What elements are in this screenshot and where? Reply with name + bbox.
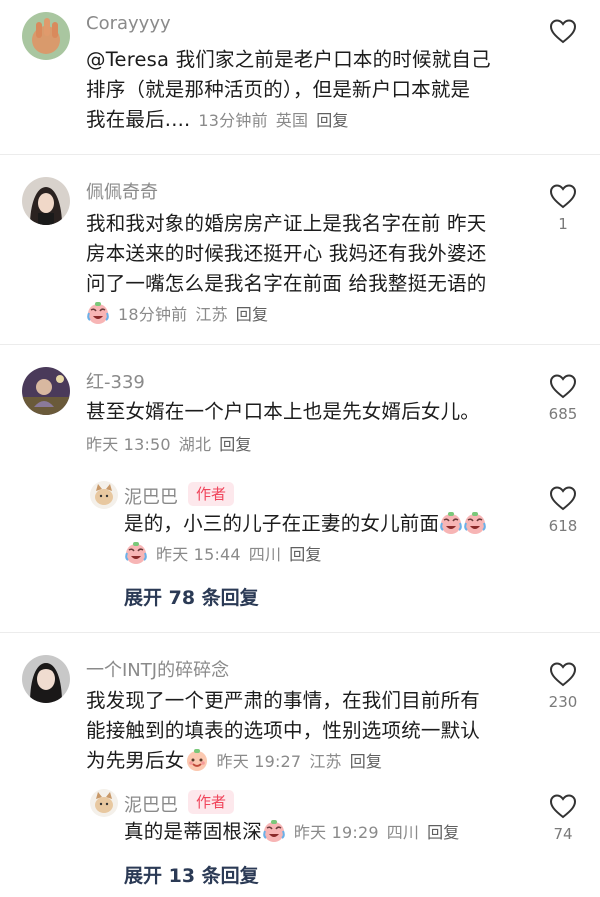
reply-meta: 昨天 19:29 四川 回复	[294, 823, 468, 842]
comment-line: 为先男后女	[86, 749, 185, 772]
crying-laughing-emoji	[86, 301, 110, 325]
like-count: 685	[548, 405, 578, 423]
like-count: 618	[548, 517, 578, 535]
timestamp: 昨天 19:27	[216, 752, 302, 771]
reply-button[interactable]: 回复	[350, 752, 382, 771]
location: 江苏	[309, 752, 342, 771]
reply-button[interactable]: 回复	[219, 435, 251, 454]
reply-text: 是的，小三的儿子在正妻的女儿前面 昨天 15:44 四川 回复	[124, 509, 487, 570]
comment-line: 我发现了一个更严肃的事情，在我们目前所有	[86, 689, 481, 712]
location: 湖北	[178, 435, 212, 454]
comment-meta: 昨天 13:50 湖北 回复	[78, 429, 260, 460]
location: 英国	[275, 111, 309, 130]
reply-button[interactable]: 回复	[289, 545, 321, 564]
comment-line: @Teresa 我们家之前是老户口本的时候就自己	[86, 48, 491, 71]
location: 江苏	[195, 305, 228, 324]
reply-avatar[interactable]	[90, 789, 118, 817]
like-count: 1	[558, 215, 568, 233]
crying-emoji	[439, 511, 463, 535]
location: 四川	[386, 823, 420, 842]
heart-icon	[549, 184, 577, 209]
timestamp: 昨天 13:50	[86, 435, 171, 454]
reply-button[interactable]: 回复	[316, 111, 348, 130]
reply-line: 是的，小三的儿子在正妻的女儿前面	[124, 512, 440, 535]
comment-line: 我和我对象的婚房房产证上是我名字在前 昨天	[86, 212, 487, 235]
reply-text: 真的是蒂固根深 昨天 19:29 四川 回复	[124, 817, 468, 848]
comment-meta: 昨天 19:27 江苏 回复	[217, 752, 391, 771]
comment-item: 佩佩奇奇 我和我对象的婚房房产证上是我名字在前 昨天 房本送来的时候我还挺开心 …	[0, 155, 600, 345]
avatar[interactable]	[22, 655, 70, 703]
reply-username[interactable]: 泥巴巴	[124, 483, 178, 509]
like-button[interactable]	[543, 18, 583, 44]
author-badge: 作者	[188, 482, 235, 506]
comment-text: 我发现了一个更严肃的事情，在我们目前所有 能接触到的填表的选项中，性别选项统一默…	[86, 686, 480, 777]
expand-replies-button[interactable]: 展开 13 条回复	[124, 861, 259, 888]
crying-emoji	[124, 541, 148, 565]
comment-text: 我和我对象的婚房房产证上是我名字在前 昨天 房本送来的时候我还挺开心 我妈还有我…	[86, 209, 486, 330]
heart-icon	[549, 374, 577, 399]
comment-item: Corayyyy @Teresa 我们家之前是老户口本的时候就自己 排序（就是那…	[0, 0, 600, 155]
expand-replies-button[interactable]: 展开 78 条回复	[124, 583, 259, 610]
heart-icon	[549, 662, 577, 687]
heart-icon	[549, 19, 577, 44]
comment-meta: 13分钟前 英国 回复	[198, 111, 356, 130]
comment-line: 甚至女婿在一个户口本上也是先女婿后女儿。	[86, 400, 481, 423]
comment-text: 甚至女婿在一个户口本上也是先女婿后女儿。	[86, 397, 480, 427]
reply-line: 真的是蒂固根深	[124, 820, 262, 843]
reply-button[interactable]: 回复	[427, 823, 459, 842]
comment-meta: 18分钟前 江苏 回复	[118, 305, 276, 324]
crying-emoji	[262, 819, 286, 843]
reply-button[interactable]: 回复	[236, 305, 268, 324]
like-count: 74	[553, 825, 573, 843]
comment-line: 能接触到的填表的选项中，性别选项统一默认	[86, 719, 481, 742]
timestamp: 13分钟前	[198, 111, 268, 130]
timestamp: 昨天 19:29	[293, 823, 379, 842]
timestamp: 18分钟前	[118, 305, 188, 324]
comment-line: 房本送来的时候我还挺开心 我妈还有我外婆还	[86, 242, 487, 265]
smile-emoji	[185, 748, 209, 772]
like-button[interactable]: 230	[543, 661, 583, 711]
heart-icon	[549, 486, 577, 511]
username[interactable]: Corayyyy	[86, 13, 171, 34]
avatar[interactable]	[22, 12, 70, 60]
comment-line: 问了一嘴怎么是我名字在前面 给我整挺无语的	[86, 272, 487, 295]
avatar[interactable]	[22, 367, 70, 415]
timestamp: 昨天 15:44	[156, 545, 241, 564]
reply-username[interactable]: 泥巴巴	[124, 791, 178, 817]
comment-list: Corayyyy @Teresa 我们家之前是老户口本的时候就自己 排序（就是那…	[0, 0, 600, 897]
location: 四川	[248, 545, 282, 564]
reply-avatar[interactable]	[90, 481, 118, 509]
author-badge: 作者	[188, 790, 235, 814]
comment-line: 我在最后....	[86, 108, 191, 131]
like-button[interactable]: 1	[543, 183, 583, 233]
username[interactable]: 一个INTJ的碎碎念	[86, 656, 229, 682]
avatar[interactable]	[22, 177, 70, 225]
like-count: 230	[548, 693, 578, 711]
username[interactable]: 佩佩奇奇	[86, 178, 158, 204]
like-button[interactable]: 685	[543, 373, 583, 423]
comment-item: 一个INTJ的碎碎念 我发现了一个更严肃的事情，在我们目前所有 能接触到的填表的…	[0, 633, 600, 897]
comment-line: 排序（就是那种活页的），但是新户口本就是	[86, 78, 471, 101]
heart-icon	[549, 794, 577, 819]
comment-text: @Teresa 我们家之前是老户口本的时候就自己 排序（就是那种活页的），但是新…	[86, 45, 491, 136]
reply-like-button[interactable]: 74	[543, 793, 583, 843]
username[interactable]: 红-339	[86, 368, 145, 394]
crying-emoji	[463, 511, 487, 535]
reply-like-button[interactable]: 618	[543, 485, 583, 535]
reply-meta: 昨天 15:44 四川 回复	[156, 545, 330, 564]
comment-item: 红-339 甚至女婿在一个户口本上也是先女婿后女儿。 昨天 13:50 湖北 回复 …	[0, 345, 600, 633]
